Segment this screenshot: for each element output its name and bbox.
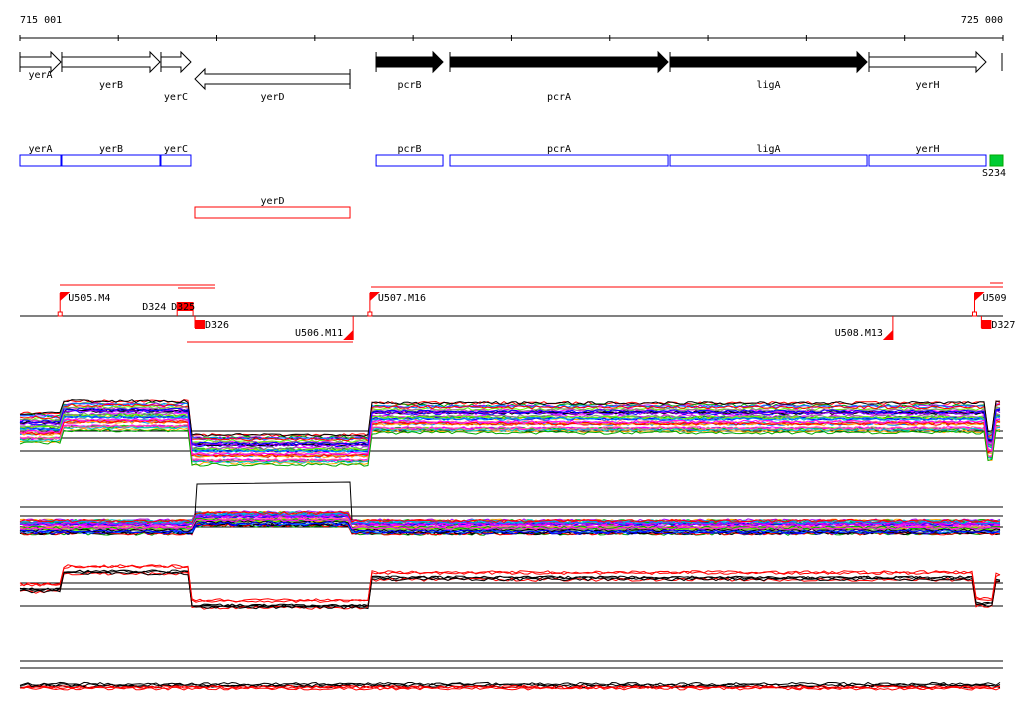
annotation-label: yerD [260, 196, 284, 207]
gene-label: yerC [164, 92, 188, 103]
tu-label: U507.M16 [378, 293, 426, 304]
site-marker-D325[interactable]: D325 [171, 302, 195, 316]
site-label: D327 [991, 320, 1015, 331]
signal-track-4 [19, 660, 1003, 691]
gene-yerA[interactable]: yerA [19, 50, 62, 81]
annotation-rect [194, 206, 351, 219]
annotation-rect [160, 154, 192, 167]
annotation-box-pcrA[interactable]: pcrA [449, 144, 669, 167]
gene-label: yerA [28, 70, 52, 81]
site-label: D325 [171, 302, 195, 313]
gene-arrow [61, 50, 161, 74]
annotation-rect [669, 154, 868, 167]
gene-label: yerD [260, 92, 284, 103]
gene-arrow [868, 50, 987, 74]
annotation-box-ligA[interactable]: ligA [669, 144, 868, 167]
site-label: D324 [142, 302, 166, 313]
tu-marker-U507.M16[interactable]: U507.M16 [367, 292, 426, 317]
transcription-unit-track: U505.M4 U507.M16 U509 U506.M11 U508.M13 D324 D… [20, 282, 1015, 343]
tu-marker-U509[interactable]: U509 [971, 292, 1007, 317]
signal-track-2 [19, 506, 1003, 536]
tu-label: U508.M13 [835, 328, 883, 339]
annotation-label: pcrB [398, 144, 422, 155]
feature-s234-label: S234 [982, 168, 1006, 179]
gene-yerC[interactable]: yerC [160, 50, 192, 103]
gene-arrow [19, 50, 62, 74]
signal-trace [19, 428, 1001, 467]
expression-signal-tracks [19, 399, 1003, 691]
annotation-box-yerH[interactable]: yerH [868, 144, 987, 167]
gene-yerD[interactable]: yerD [194, 67, 351, 103]
gene-pcrB[interactable]: pcrB [375, 50, 444, 91]
position-ruler: 715 001 725 000 [19, 15, 1004, 41]
annotation-label: yerB [99, 144, 123, 155]
signal-track-3 [19, 564, 1003, 610]
gene-yerB[interactable]: yerB [61, 50, 161, 91]
signal-track-1 [19, 399, 1003, 467]
tu-label: U509 [982, 293, 1006, 304]
gene-label: pcrA [547, 92, 571, 103]
ruler-start-label: 715 001 [20, 15, 62, 26]
site-marker-D327[interactable]: D327 [980, 316, 1015, 331]
annotation-label: yerC [164, 144, 188, 155]
gene-arrow [194, 67, 351, 91]
gene-yerH[interactable]: yerH [868, 50, 987, 91]
feature-s234[interactable] [989, 154, 1004, 167]
annotation-box-pcrB[interactable]: pcrB [375, 144, 444, 167]
gene-arrow [160, 50, 192, 74]
annotation-label: pcrA [547, 144, 571, 155]
annotation-rect [868, 154, 987, 167]
gene-label: yerH [915, 80, 939, 91]
annotation-label: yerA [28, 144, 52, 155]
annotation-box-yerD[interactable]: yerD [194, 196, 351, 219]
tu-label: U506.M11 [295, 328, 343, 339]
annotation-rect [19, 154, 62, 167]
gene-ligA[interactable]: ligA [669, 50, 868, 91]
gene-label: pcrB [398, 80, 422, 91]
gene-track: yerA yerB yerC yerD pcrB pcrA ligA yerH [19, 50, 1003, 103]
annotation-label: yerH [915, 144, 939, 155]
tu-marker-U505.M4[interactable]: U505.M4 [57, 292, 110, 317]
annotation-track: yerA yerB yerC pcrB pcrA ligA yerH yerD S234 [19, 144, 1006, 219]
tu-marker-U506.M11[interactable]: U506.M11 [295, 316, 354, 340]
tu-flag-icon [882, 330, 893, 340]
genome-browser-view: 715 001 725 000 yerA yerB yerC yerD pcrB pcrA… [19, 15, 1015, 691]
annotation-rect [375, 154, 444, 167]
ruler-end-label: 725 000 [961, 15, 1003, 26]
site-box [194, 320, 205, 329]
annotation-rect [449, 154, 669, 167]
annotation-box-yerA[interactable]: yerA [19, 144, 62, 167]
site-box [981, 320, 992, 329]
gene-label: yerB [99, 80, 123, 91]
signal-trace [19, 569, 1001, 608]
tu-marker-U508.M13[interactable]: U508.M13 [835, 316, 894, 340]
gene-label: ligA [756, 80, 780, 91]
gene-arrow [669, 50, 868, 74]
gene-pcrA[interactable]: pcrA [449, 50, 669, 103]
annotation-label: ligA [756, 144, 780, 155]
annotation-box-yerC[interactable]: yerC [160, 144, 192, 167]
tu-flag-icon [343, 330, 354, 340]
tu-label: U505.M4 [68, 293, 110, 304]
annotation-box-yerB[interactable]: yerB [61, 144, 161, 167]
gene-arrow [449, 50, 669, 74]
annotation-rect [61, 154, 161, 167]
site-label: D326 [205, 320, 229, 331]
site-marker-D326[interactable]: D326 [194, 316, 229, 331]
gene-arrow [375, 50, 444, 74]
